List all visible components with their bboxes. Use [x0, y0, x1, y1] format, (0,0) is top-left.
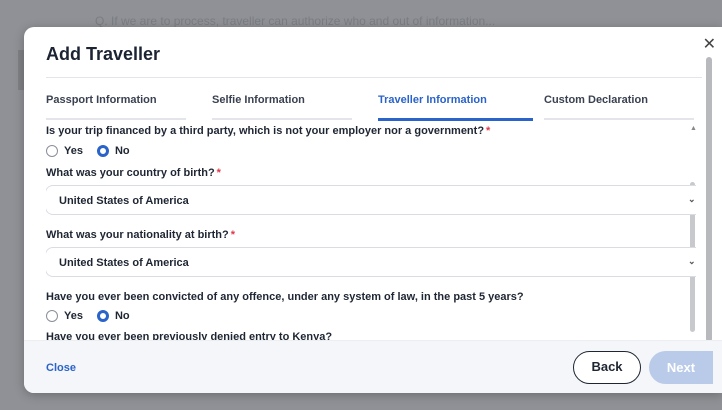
close-button[interactable]: Close	[46, 362, 76, 374]
question-label: What was your country of birth?	[46, 167, 215, 179]
back-button[interactable]: Back	[573, 351, 641, 384]
tab-custom-declaration[interactable]: Custom Declaration	[544, 87, 694, 120]
radio-label-no[interactable]: No	[115, 310, 130, 322]
question-third-party-financing: Is your trip financed by a third party, …	[46, 125, 490, 137]
country-of-birth-select[interactable]: United States of America ⌄	[46, 185, 696, 215]
required-mark: *	[216, 167, 221, 179]
radio-no-selected[interactable]	[96, 145, 109, 157]
question-label: What was your nationality at birth?	[46, 229, 229, 241]
next-button[interactable]: Next	[649, 351, 713, 384]
tab-label: Traveller Information	[378, 94, 487, 106]
tab-label: Selfie Information	[212, 94, 305, 106]
close-icon[interactable]: ✕	[703, 37, 716, 53]
background-text: Q. If we are to process, traveller can a…	[95, 14, 496, 28]
tab-label: Passport Information	[46, 94, 157, 106]
add-traveller-modal: Add Traveller ✕ Passport Information Sel…	[24, 27, 722, 393]
tab-active-underline	[378, 118, 533, 121]
radio-no-selected[interactable]	[96, 310, 109, 322]
chevron-down-icon: ⌄	[688, 194, 696, 204]
tab-underline	[212, 118, 352, 120]
nationality-at-birth-select[interactable]: United States of America ⌄	[46, 247, 696, 277]
question-label: Have you ever been previously denied ent…	[46, 331, 333, 340]
chevron-down-icon: ⌄	[688, 256, 696, 266]
select-value: United States of America	[59, 195, 189, 207]
tab-underline	[544, 118, 694, 120]
question-country-of-birth: What was your country of birth? *	[46, 167, 221, 179]
tab-selfie-information[interactable]: Selfie Information	[212, 87, 352, 120]
question-denied-entry: Have you ever been previously denied ent…	[46, 331, 332, 340]
required-mark: *	[486, 125, 491, 137]
question-label: Have you ever been convicted of any offe…	[46, 291, 524, 303]
form-content: Is your trip financed by a third party, …	[46, 122, 696, 340]
radio-label-no[interactable]: No	[115, 145, 130, 157]
select-value: United States of America	[59, 257, 189, 269]
tab-label: Custom Declaration	[544, 94, 648, 106]
modal-scrollbar-thumb[interactable]	[706, 57, 712, 342]
radio-label-yes[interactable]: Yes	[64, 310, 83, 322]
tab-underline	[46, 118, 186, 120]
title-divider	[46, 77, 702, 78]
question-label: Is your trip financed by a third party, …	[46, 125, 485, 137]
tab-bar: Passport Information Selfie Information …	[46, 87, 706, 121]
required-mark: *	[230, 229, 236, 241]
modal-title: Add Traveller	[46, 44, 161, 64]
question-convicted-offence: Have you ever been convicted of any offe…	[46, 291, 524, 303]
radio-group-third-party-financing: Yes No	[46, 144, 144, 158]
radio-label-yes[interactable]: Yes	[64, 145, 83, 157]
radio-yes[interactable]	[46, 310, 58, 322]
modal-footer: Close Back Next	[24, 340, 722, 393]
radio-yes[interactable]	[46, 145, 58, 157]
tab-passport-information[interactable]: Passport Information	[46, 87, 186, 120]
radio-group-convicted-offence: Yes No	[46, 309, 144, 323]
tab-traveller-information[interactable]: Traveller Information	[378, 87, 533, 121]
question-nationality-at-birth: What was your nationality at birth? *	[46, 229, 235, 241]
